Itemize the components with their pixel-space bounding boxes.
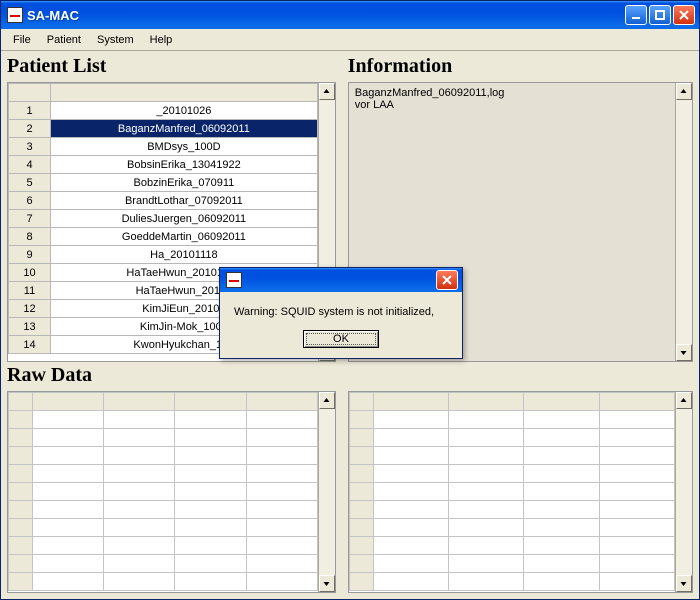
patient-name-cell: BobsinErika_13041922 — [51, 156, 318, 174]
table-row[interactable] — [349, 465, 674, 483]
patient-list-title: Patient List — [7, 55, 336, 80]
patient-name-cell: BMDsys_100D — [51, 138, 318, 156]
patient-name-cell: BrandtLothar_07092011 — [51, 192, 318, 210]
patient-name-cell: GoeddeMartin_06092011 — [51, 228, 318, 246]
table-row[interactable]: 9Ha_20101118 — [9, 246, 318, 264]
warning-dialog: Warning: SQUID system is not initialized… — [219, 267, 463, 359]
table-row[interactable]: 5BobzinErika_070911 — [9, 174, 318, 192]
row-number: 14 — [9, 336, 51, 354]
table-row[interactable] — [349, 519, 674, 537]
app-icon — [226, 272, 242, 288]
scroll-up-icon[interactable] — [319, 83, 335, 100]
main-window: SA-MAC File Patient System Help Patient … — [0, 0, 700, 600]
scroll-track[interactable] — [319, 409, 335, 575]
table-row[interactable]: 8GoeddeMartin_06092011 — [9, 228, 318, 246]
row-number: 4 — [9, 156, 51, 174]
dialog-titlebar[interactable] — [220, 268, 462, 292]
raw-data-left — [7, 391, 336, 593]
patient-name-cell: Ha_20101118 — [51, 246, 318, 264]
table-row[interactable] — [349, 429, 674, 447]
patient-name-cell: BaganzManfred_06092011 — [51, 120, 318, 138]
table-row[interactable]: 1_20101026 — [9, 102, 318, 120]
window-title: SA-MAC — [27, 8, 625, 23]
table-row[interactable] — [349, 447, 674, 465]
raw-left-scrollbar[interactable] — [318, 392, 335, 592]
raw-data-right — [348, 391, 693, 593]
table-row[interactable]: 4BobsinErika_13041922 — [9, 156, 318, 174]
information-scrollbar[interactable] — [675, 83, 692, 361]
menu-help[interactable]: Help — [142, 32, 181, 48]
table-row[interactable] — [9, 537, 318, 555]
row-number: 5 — [9, 174, 51, 192]
patient-name-cell: BobzinErika_070911 — [51, 174, 318, 192]
scroll-track[interactable] — [676, 100, 692, 344]
row-number: 11 — [9, 282, 51, 300]
table-row[interactable] — [9, 483, 318, 501]
row-number: 13 — [9, 318, 51, 336]
table-row[interactable] — [9, 519, 318, 537]
row-number: 2 — [9, 120, 51, 138]
table-row[interactable]: 3BMDsys_100D — [9, 138, 318, 156]
row-number: 6 — [9, 192, 51, 210]
close-button[interactable] — [673, 5, 695, 25]
table-row[interactable]: 6BrandtLothar_07092011 — [9, 192, 318, 210]
table-row[interactable] — [349, 537, 674, 555]
scroll-down-icon[interactable] — [319, 575, 335, 592]
table-row[interactable] — [9, 429, 318, 447]
patient-name-cell: _20101026 — [51, 102, 318, 120]
window-controls — [625, 5, 695, 25]
table-row[interactable] — [9, 555, 318, 573]
ok-button[interactable]: OK — [303, 330, 379, 348]
dialog-close-button[interactable] — [436, 270, 458, 290]
scroll-down-icon[interactable] — [676, 344, 692, 361]
table-row[interactable] — [349, 411, 674, 429]
raw-data-left-table[interactable] — [8, 392, 318, 591]
raw-right-scrollbar[interactable] — [675, 392, 692, 592]
row-number: 7 — [9, 210, 51, 228]
minimize-button[interactable] — [625, 5, 647, 25]
table-row[interactable] — [349, 555, 674, 573]
row-number: 3 — [9, 138, 51, 156]
scroll-up-icon[interactable] — [676, 392, 692, 409]
row-number: 9 — [9, 246, 51, 264]
scroll-track[interactable] — [676, 409, 692, 575]
table-row[interactable] — [9, 465, 318, 483]
row-number: 12 — [9, 300, 51, 318]
table-row[interactable] — [9, 501, 318, 519]
app-icon — [7, 7, 23, 23]
information-title: Information — [348, 55, 693, 80]
table-row[interactable]: 7DuliesJuergen_06092011 — [9, 210, 318, 228]
table-row[interactable] — [349, 501, 674, 519]
row-number: 10 — [9, 264, 51, 282]
table-row[interactable]: 2BaganzManfred_06092011 — [9, 120, 318, 138]
row-number: 1 — [9, 102, 51, 120]
menubar: File Patient System Help — [1, 29, 699, 51]
table-row[interactable] — [349, 483, 674, 501]
scroll-up-icon[interactable] — [319, 392, 335, 409]
table-row[interactable] — [9, 573, 318, 591]
titlebar: SA-MAC — [1, 1, 699, 29]
scroll-down-icon[interactable] — [676, 575, 692, 592]
scroll-up-icon[interactable] — [676, 83, 692, 100]
table-row[interactable] — [9, 447, 318, 465]
maximize-button[interactable] — [649, 5, 671, 25]
row-number: 8 — [9, 228, 51, 246]
patient-name-cell: DuliesJuergen_06092011 — [51, 210, 318, 228]
raw-data-right-table[interactable] — [349, 392, 675, 591]
menu-patient[interactable]: Patient — [39, 32, 89, 48]
raw-data-title: Raw Data — [7, 364, 693, 389]
table-row[interactable] — [9, 411, 318, 429]
menu-file[interactable]: File — [5, 32, 39, 48]
menu-system[interactable]: System — [89, 32, 142, 48]
dialog-message: Warning: SQUID system is not initialized… — [230, 306, 452, 330]
table-row[interactable] — [349, 573, 674, 591]
